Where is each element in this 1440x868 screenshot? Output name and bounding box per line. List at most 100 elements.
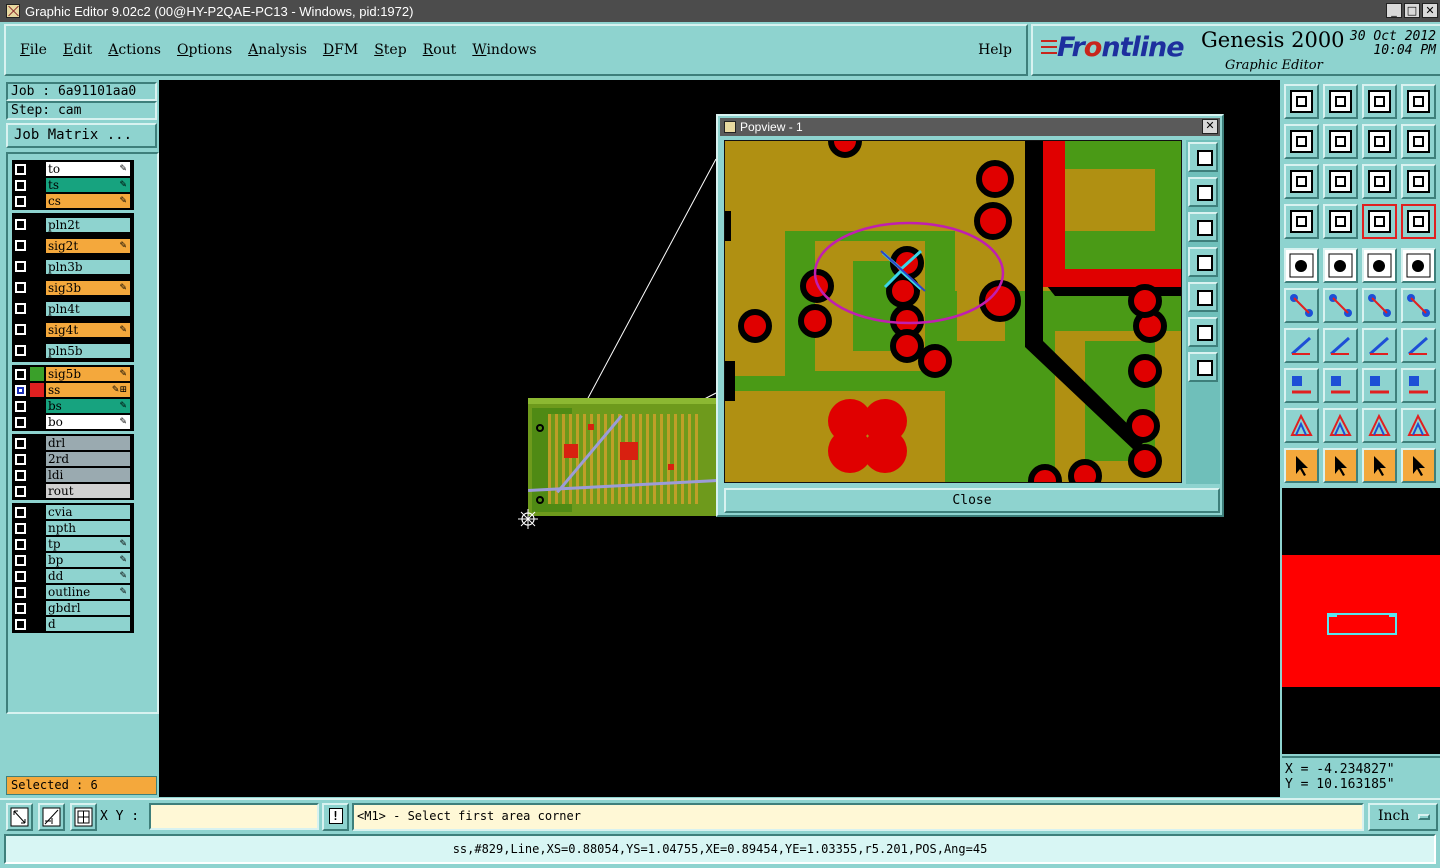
layer-color-swatch[interactable]: [30, 239, 44, 253]
layer-row-sig5b[interactable]: sig5b ✎: [12, 366, 134, 382]
copy-feature-button[interactable]: [1401, 368, 1436, 403]
layer-row-bp[interactable]: bp ✎: [12, 552, 134, 568]
pcb-board-thumbnail[interactable]: [528, 398, 718, 516]
layer-name[interactable]: tp ✎: [46, 537, 130, 551]
layer-name[interactable]: pln4t: [46, 301, 130, 316]
fit-board-button[interactable]: [1284, 164, 1319, 199]
layer-checkbox[interactable]: [15, 400, 26, 412]
layer-checkbox[interactable]: [15, 219, 26, 230]
triangle-d-button[interactable]: [1401, 408, 1436, 443]
arc-add-button[interactable]: [1362, 328, 1397, 363]
select-box-button[interactable]: [1323, 448, 1358, 483]
measure-button[interactable]: [1362, 248, 1397, 283]
layer-checkbox[interactable]: [15, 602, 26, 614]
layer-name[interactable]: sig2t ✎: [46, 238, 130, 253]
layer-name[interactable]: cs ✎: [46, 194, 130, 208]
close-button[interactable]: ✕: [1422, 3, 1438, 18]
layer-color-swatch[interactable]: [30, 281, 44, 295]
layer-color-swatch[interactable]: [30, 323, 44, 337]
layer-name[interactable]: ss ✎⊞: [46, 383, 130, 397]
menu-edit[interactable]: Edit: [55, 42, 100, 58]
triangle-a-button[interactable]: [1284, 408, 1319, 443]
layer-name[interactable]: sig3b ✎: [46, 280, 130, 295]
menu-dfm[interactable]: DFM: [315, 42, 366, 58]
layer-checkbox[interactable]: [15, 485, 26, 497]
layer-row-sig4t[interactable]: sig4t ✎: [12, 319, 134, 340]
layer-name[interactable]: pln5b: [46, 343, 130, 358]
layer-name[interactable]: bp ✎: [46, 553, 130, 567]
layer-checkbox[interactable]: [15, 240, 26, 251]
measure-mode-button[interactable]: [38, 803, 65, 831]
menu-options[interactable]: Options: [169, 42, 240, 58]
layer-name[interactable]: pln2t: [46, 217, 130, 232]
zoom-back-button[interactable]: [1323, 84, 1358, 119]
layer-checkbox[interactable]: [15, 324, 26, 335]
popview-pan-up-button[interactable]: [1188, 177, 1218, 207]
popview-zoom-out-button[interactable]: [1188, 352, 1218, 382]
layer-name[interactable]: 2rd: [46, 452, 130, 466]
layer-checkbox[interactable]: [15, 522, 26, 534]
layer-name[interactable]: cvia: [46, 505, 130, 519]
zoom-window-button[interactable]: [1401, 84, 1436, 119]
layer-color-swatch[interactable]: [30, 367, 44, 381]
layer-checkbox[interactable]: [15, 261, 26, 272]
select-pointer-button[interactable]: [1284, 448, 1319, 483]
triangle-c-button[interactable]: [1362, 408, 1397, 443]
layer-name[interactable]: drl: [46, 436, 130, 450]
triangle-b-button[interactable]: [1323, 408, 1358, 443]
pan-right-button[interactable]: [1323, 124, 1358, 159]
popview-zoom-view[interactable]: [724, 140, 1182, 483]
popview-title-bar[interactable]: Popview - 1 ✕: [720, 118, 1220, 136]
menu-actions[interactable]: Actions: [100, 42, 169, 58]
unit-selector[interactable]: Inch: [1368, 803, 1438, 831]
popview-pan-down-button[interactable]: [1188, 212, 1218, 242]
layer-color-swatch[interactable]: [30, 399, 44, 413]
slash-line-button[interactable]: [1323, 328, 1358, 363]
layer-row-dd[interactable]: dd ✎: [12, 568, 134, 584]
overview-minimap[interactable]: [1282, 488, 1440, 754]
layer-checkbox[interactable]: [15, 570, 26, 582]
pad-add-button[interactable]: [1284, 368, 1319, 403]
layer-row-cs[interactable]: cs ✎: [12, 193, 134, 209]
delete-feature-button[interactable]: [1323, 288, 1358, 323]
popview-close-icon[interactable]: ✕: [1202, 119, 1218, 134]
layer-checkbox[interactable]: [15, 437, 26, 449]
layer-name[interactable]: sig5b ✎: [46, 367, 130, 381]
zoom-home-button[interactable]: [1284, 84, 1319, 119]
layer-name[interactable]: d: [46, 617, 130, 631]
grid-toggle-button[interactable]: [70, 803, 97, 831]
layer-display-a-button[interactable]: [1362, 204, 1397, 239]
layer-checkbox[interactable]: [15, 179, 26, 191]
fill-mode-button[interactable]: [1323, 248, 1358, 283]
split-feature-button[interactable]: [1401, 328, 1436, 363]
menu-rout[interactable]: Rout: [415, 42, 465, 58]
line-connect-button[interactable]: [1401, 288, 1436, 323]
layer-row-gbdrl[interactable]: gbdrl: [12, 600, 134, 616]
step-name-field[interactable]: Step: cam: [6, 101, 157, 120]
minimize-button[interactable]: _: [1386, 3, 1402, 18]
menu-windows[interactable]: Windows: [464, 42, 544, 58]
popview-pan-left-button[interactable]: [1188, 247, 1218, 277]
zoom-center-button[interactable]: [1323, 164, 1358, 199]
layer-color-swatch[interactable]: [30, 178, 44, 192]
layer-name[interactable]: ts ✎: [46, 178, 130, 192]
layer-color-swatch[interactable]: [30, 505, 44, 519]
layer-row-tp[interactable]: tp ✎: [12, 536, 134, 552]
layer-row-ts[interactable]: ts ✎: [12, 177, 134, 193]
layer-color-swatch[interactable]: [30, 484, 44, 498]
layer-checkbox[interactable]: [15, 368, 26, 380]
pan-left-button[interactable]: [1284, 124, 1319, 159]
layer-name[interactable]: npth: [46, 521, 130, 535]
menu-step[interactable]: Step: [366, 42, 414, 58]
layer-name[interactable]: outline ✎: [46, 585, 130, 599]
layer-checkbox[interactable]: [15, 586, 26, 598]
layer-checkbox[interactable]: [15, 163, 26, 175]
layer-checkbox[interactable]: [15, 453, 26, 465]
popview-close-button[interactable]: Close: [724, 488, 1220, 513]
maximize-button[interactable]: □: [1404, 3, 1420, 18]
layer-checkbox[interactable]: [15, 618, 26, 630]
layer-row-pln2t[interactable]: pln2t: [12, 214, 134, 235]
select-cursor-button[interactable]: [1362, 448, 1397, 483]
scale-1-2-button[interactable]: [1362, 164, 1397, 199]
layer-row-d[interactable]: d: [12, 616, 134, 632]
